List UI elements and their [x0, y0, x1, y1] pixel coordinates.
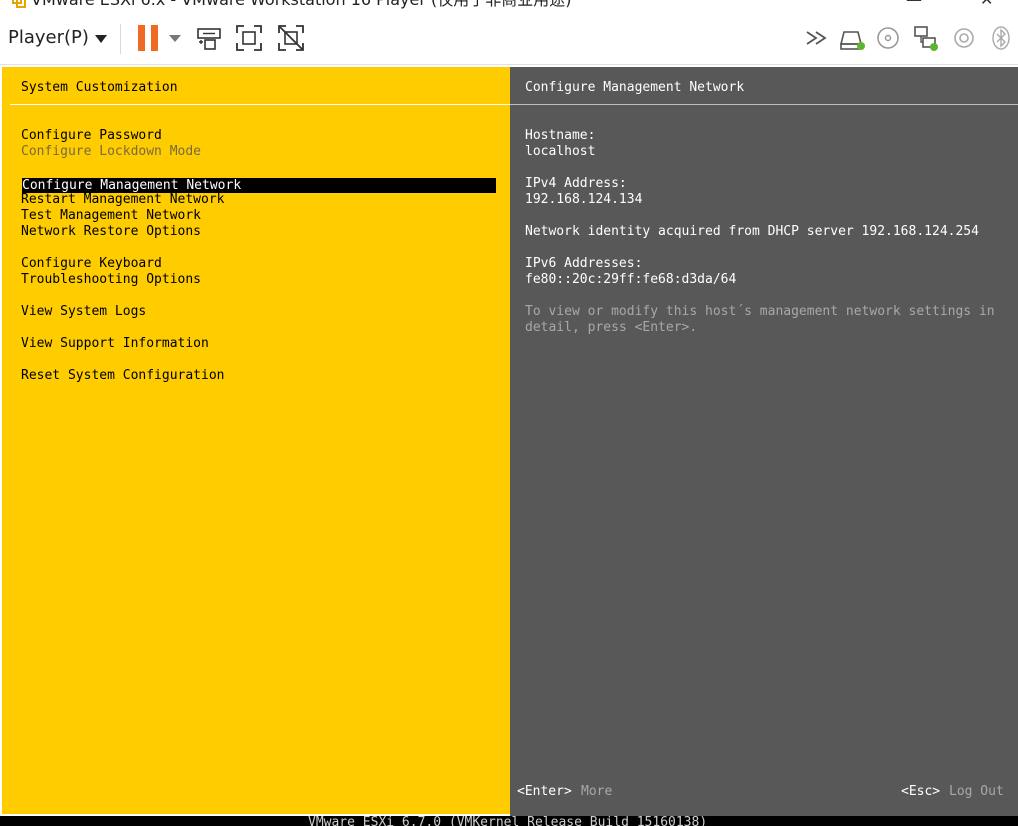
right-header-divider — [510, 104, 1018, 105]
vmware-app-icon — [12, 0, 26, 8]
menu-item-test-management-network[interactable]: Test Management Network — [21, 208, 201, 224]
menu-item-configure-lockdown-mode[interactable]: Configure Lockdown Mode — [21, 144, 201, 160]
hostname-label: Hostname: — [525, 128, 596, 143]
menu-item-configure-management-network[interactable]: Configure Management Network — [22, 178, 496, 193]
bluetooth-icon[interactable] — [987, 24, 1015, 52]
system-customization-panel: System Customization Configure Password … — [0, 65, 510, 816]
menu-item-view-system-logs[interactable]: View System Logs — [21, 304, 146, 320]
window-title-bar: VMware ESXi 6.x - VMware Workstation 16 … — [0, 0, 1018, 12]
forward-icon[interactable] — [803, 24, 831, 52]
esc-key-hint[interactable]: <Esc> — [901, 784, 940, 800]
unity-icon[interactable] — [277, 24, 305, 52]
audio-icon[interactable] — [950, 24, 978, 52]
dhcp-note: Network identity acquired from DHCP serv… — [525, 224, 979, 239]
menu-item-configure-password[interactable]: Configure Password — [21, 128, 162, 144]
fullscreen-icon[interactable] — [235, 24, 263, 52]
send-ctrl-alt-del-icon[interactable] — [195, 24, 223, 52]
cd-dvd-icon[interactable] — [874, 24, 902, 52]
ipv6-label: IPv6 Addresses: — [525, 256, 643, 271]
vm-console[interactable]: System Customization Configure Password … — [0, 65, 1018, 826]
help-text-line-1: To view or modify this host´s management… — [525, 304, 995, 319]
player-menu[interactable]: Player(P) — [8, 26, 89, 50]
ipv4-label: IPv4 Address: — [525, 176, 627, 191]
hostname-value: localhost — [525, 144, 596, 159]
menu-item-reset-system-configuration[interactable]: Reset System Configuration — [21, 368, 225, 384]
menu-item-troubleshooting-options[interactable]: Troubleshooting Options — [21, 272, 201, 288]
help-text-line-2: detail, press <Enter>. — [525, 320, 698, 335]
details-panel: Configure Management Network Hostname: l… — [510, 65, 1018, 816]
player-toolbar: Player(P) — [0, 12, 1018, 65]
hard-disk-icon[interactable] — [838, 24, 866, 52]
esc-action-label: Log Out — [949, 784, 1004, 799]
power-options-dropdown-icon[interactable] — [169, 35, 181, 42]
window-title: VMware ESXi 6.x - VMware Workstation 16 … — [31, 0, 572, 10]
player-menu-dropdown-icon[interactable] — [95, 35, 107, 43]
pause-icon[interactable] — [136, 25, 160, 51]
build-info: VMware ESXi 6.7.0 (VMKernel Release Buil… — [308, 816, 708, 826]
ipv4-value: 192.168.124.134 — [525, 192, 643, 207]
menu-item-network-restore-options[interactable]: Network Restore Options — [21, 224, 201, 240]
left-panel-title: System Customization — [21, 80, 178, 95]
minimize-icon[interactable]: — — [906, 0, 922, 9]
toolbar-divider — [120, 24, 121, 54]
enter-key-hint[interactable]: <Enter> — [517, 784, 572, 800]
network-adapter-icon[interactable] — [912, 24, 940, 52]
left-header-divider — [10, 104, 510, 105]
menu-item-view-support-information[interactable]: View Support Information — [21, 336, 209, 352]
enter-action-label: More — [581, 784, 613, 799]
menu-item-configure-keyboard[interactable]: Configure Keyboard — [21, 256, 162, 272]
console-status-bar: VMware ESXi 6.7.0 (VMKernel Release Buil… — [0, 816, 1018, 826]
menu-item-restart-management-network[interactable]: Restart Management Network — [21, 192, 225, 208]
ipv6-value: fe80::20c:29ff:fe68:d3da/64 — [525, 272, 737, 287]
close-icon[interactable]: ✕ — [980, 0, 993, 9]
right-panel-title: Configure Management Network — [525, 80, 745, 95]
